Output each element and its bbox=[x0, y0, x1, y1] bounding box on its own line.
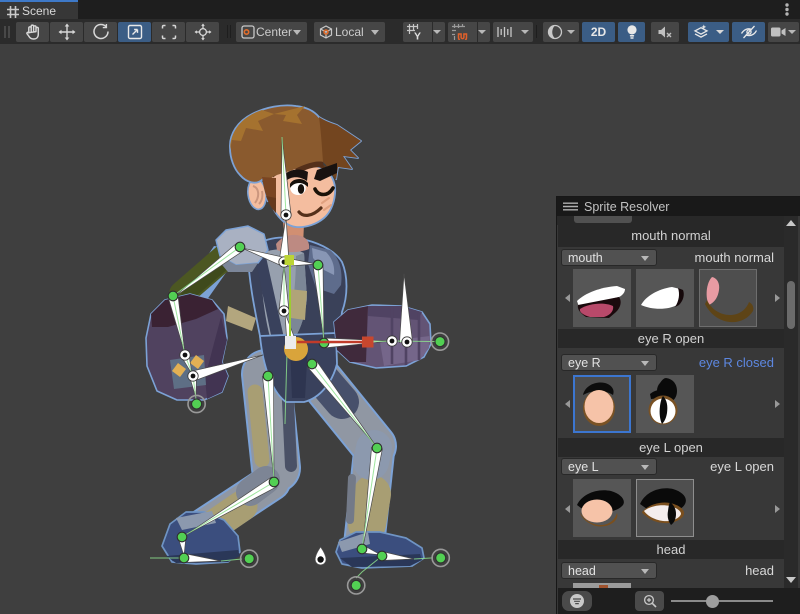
svg-text:Y: Y bbox=[414, 31, 421, 41]
